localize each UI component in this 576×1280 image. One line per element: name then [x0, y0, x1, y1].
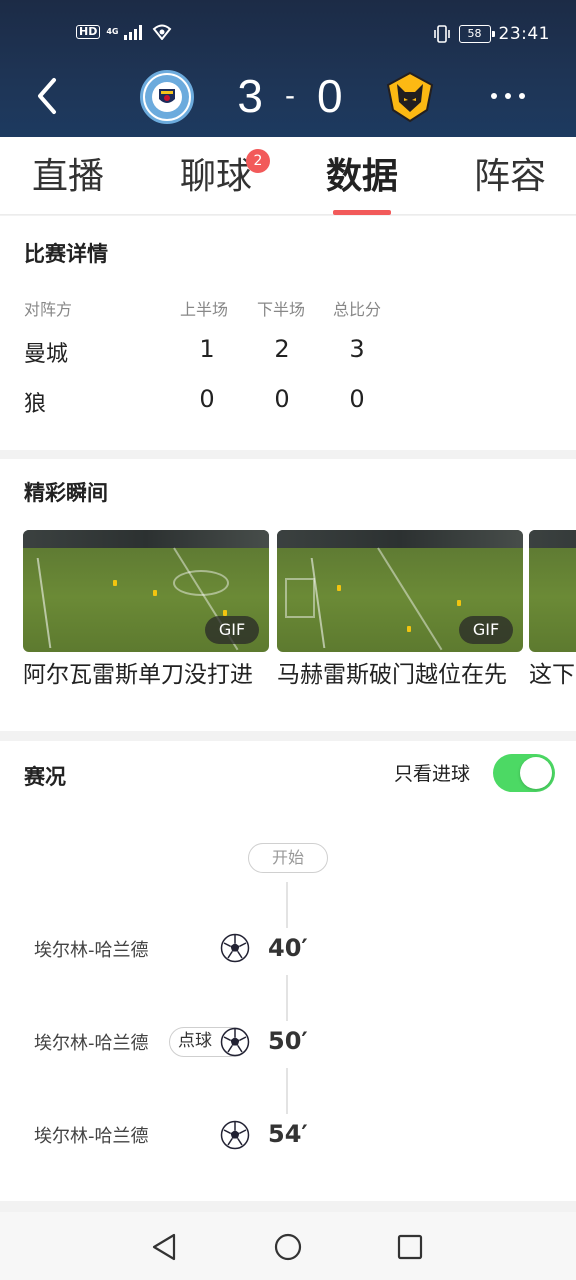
penalty-tag-label: 点球	[178, 1031, 212, 1051]
back-icon[interactable]	[30, 76, 66, 116]
active-tab-indicator	[333, 210, 391, 215]
status-right: 58 23:41	[433, 24, 551, 44]
stadium-stand	[529, 530, 576, 548]
tab-chat[interactable]: 聊球	[180, 153, 252, 201]
match-events-card: 赛况 只看进球 开始 埃尔林-哈兰德 40′ 埃尔林-哈兰德 点球 50′ 埃尔…	[0, 741, 576, 1201]
football-icon	[220, 933, 250, 963]
network-type: 4G	[106, 27, 119, 36]
event-player[interactable]: 埃尔林-哈兰德	[34, 936, 149, 962]
match-start-marker: 开始	[248, 843, 328, 873]
wolves-crest-icon	[386, 71, 434, 123]
vibrate-icon	[433, 25, 450, 43]
first-half-goals: 0	[199, 385, 215, 413]
highlight-caption[interactable]: 阿尔瓦雷斯单刀没打进	[23, 660, 269, 690]
highlight-thumbnail[interactable]	[529, 530, 576, 652]
player-dot	[153, 590, 157, 596]
football-icon	[220, 1027, 250, 1057]
pitch-circle	[173, 570, 229, 596]
hd-indicator: HD	[76, 25, 101, 39]
away-team-logo[interactable]	[383, 70, 437, 124]
section-title: 精彩瞬间	[24, 481, 108, 505]
timeline-line	[286, 1068, 288, 1114]
tab-data[interactable]: 数据	[326, 153, 398, 201]
highlight-item[interactable]: 这下	[529, 530, 576, 690]
scoreline: 3 - 0	[230, 64, 350, 128]
signal-icon	[124, 24, 143, 40]
highlight-item[interactable]: GIF 马赫雷斯破门越位在先	[277, 530, 523, 690]
status-left: HD 4G	[76, 24, 172, 40]
gif-badge: GIF	[205, 616, 259, 644]
second-half-goals: 2	[274, 335, 290, 363]
nav-home-icon[interactable]	[273, 1232, 303, 1262]
chat-unread-badge: 2	[246, 149, 270, 173]
column-header-total: 总比分	[333, 300, 382, 319]
player-dot	[337, 585, 341, 591]
pitch-line	[36, 558, 52, 648]
tab-bar: 直播 聊球 2 数据 阵容	[0, 137, 576, 215]
stadium-stand	[23, 530, 269, 548]
event-minute: 40′	[268, 934, 308, 962]
clock: 23:41	[498, 24, 550, 44]
away-score: 0	[317, 70, 343, 122]
tab-live[interactable]: 直播	[32, 153, 104, 201]
highlight-caption[interactable]: 马赫雷斯破门越位在先	[277, 660, 523, 690]
team-name: 狼	[24, 392, 47, 417]
nav-recents-icon[interactable]	[395, 1232, 425, 1262]
player-dot	[407, 626, 411, 632]
tab-lineup[interactable]: 阵容	[474, 153, 546, 201]
match-header: HD 4G 58 23:41 3 - 0	[0, 0, 576, 137]
nav-back-icon[interactable]	[150, 1232, 180, 1262]
manchester-city-crest-icon	[145, 75, 189, 119]
column-header-second-half: 下半场	[257, 300, 306, 319]
status-bar: HD 4G 58 23:41	[0, 0, 576, 70]
gif-badge: GIF	[459, 616, 513, 644]
highlight-thumbnail[interactable]: GIF	[277, 530, 523, 652]
stadium-stand	[277, 530, 523, 548]
section-title: 赛况	[24, 765, 66, 789]
event-player[interactable]: 埃尔林-哈兰德	[34, 1029, 149, 1055]
second-half-goals: 0	[274, 385, 290, 413]
player-dot	[113, 580, 117, 586]
column-header-first-half: 上半场	[180, 300, 229, 319]
battery-icon: 58	[458, 25, 495, 43]
goals-only-toggle[interactable]	[493, 754, 555, 792]
highlights-card: 精彩瞬间 GIF 阿尔瓦雷斯单刀没打进 GIF 马赫雷斯破门越位在先 这下	[0, 459, 576, 731]
event-minute: 50′	[268, 1027, 308, 1055]
timeline-line	[286, 975, 288, 1021]
goals-only-label: 只看进球	[394, 763, 471, 785]
event-player[interactable]: 埃尔林-哈兰德	[34, 1122, 149, 1148]
goal-box	[285, 578, 315, 618]
football-icon	[220, 1120, 250, 1150]
section-title: 比赛详情	[24, 242, 108, 266]
team-name: 曼城	[24, 342, 69, 367]
highlight-thumbnail[interactable]: GIF	[23, 530, 269, 652]
home-score: 3	[237, 70, 263, 122]
total-goals: 3	[349, 335, 365, 363]
pitch-line	[377, 547, 443, 651]
total-goals: 0	[349, 385, 365, 413]
system-nav-bar	[0, 1212, 576, 1280]
highlight-caption[interactable]: 这下	[529, 660, 576, 690]
player-dot	[457, 600, 461, 606]
home-team-logo[interactable]	[140, 70, 194, 124]
score-separator: -	[285, 79, 295, 112]
column-header-team: 对阵方	[24, 300, 73, 319]
wifi-icon	[153, 24, 172, 40]
match-details-card: 比赛详情 对阵方 上半场 下半场 总比分 曼城 1 2 3 狼 0 0 0	[0, 216, 576, 450]
event-minute: 54′	[268, 1120, 308, 1148]
toggle-knob	[520, 757, 552, 789]
timeline-line	[286, 882, 288, 928]
highlight-item[interactable]: GIF 阿尔瓦雷斯单刀没打进	[23, 530, 269, 690]
first-half-goals: 1	[199, 335, 215, 363]
more-icon[interactable]	[486, 84, 530, 108]
